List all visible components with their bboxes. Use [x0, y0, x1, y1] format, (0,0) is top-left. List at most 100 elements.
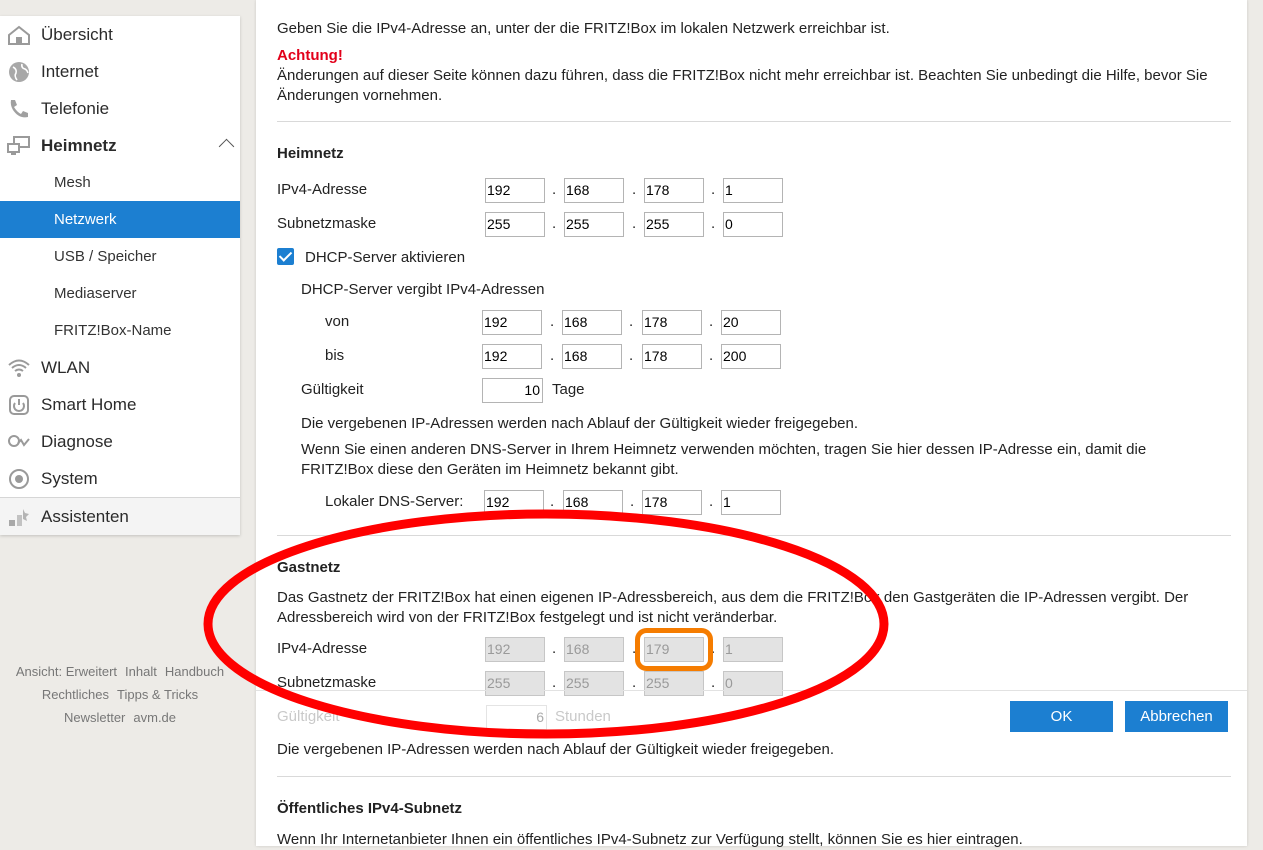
- ok-button[interactable]: OK: [1010, 701, 1113, 732]
- dns-field-1[interactable]: 192: [484, 490, 544, 515]
- ip-separator: .: [632, 181, 637, 198]
- dhcp-checkbox[interactable]: [277, 248, 294, 265]
- footer-link-newsletter[interactable]: Newsletter: [64, 710, 125, 725]
- ip-separator: .: [629, 347, 634, 364]
- diagnose-icon: [8, 435, 30, 447]
- nav-sub-mediaserver[interactable]: Mediaserver: [0, 275, 240, 312]
- subnet-field-4[interactable]: 0: [723, 212, 783, 237]
- nav-item-system[interactable]: System: [0, 460, 240, 497]
- guest-subnet-field-3: 255: [644, 671, 704, 696]
- ip-separator: .: [552, 640, 557, 657]
- dns-field-2[interactable]: 168: [563, 490, 623, 515]
- dhcp-range-label: DHCP-Server vergibt IPv4-Adressen: [301, 281, 545, 298]
- heimnetz-heading: Heimnetz: [277, 145, 344, 162]
- ipv4-field-2[interactable]: 168: [564, 178, 624, 203]
- ip-separator: .: [709, 347, 714, 364]
- home-icon: [8, 25, 30, 45]
- nav-item-wlan[interactable]: WLAN: [0, 349, 240, 386]
- validity-input[interactable]: 10: [482, 378, 543, 403]
- footer-links: Ansicht: Erweitert Inhalt Handbuch Rechtli…: [0, 660, 240, 729]
- ip-separator: .: [552, 674, 557, 691]
- von-field-3[interactable]: 178: [642, 310, 702, 335]
- cancel-button[interactable]: Abbrechen: [1125, 701, 1228, 732]
- guest-ipv4-field-2: 168: [564, 637, 624, 662]
- von-field-4[interactable]: 20: [721, 310, 781, 335]
- nav-item-assistenten[interactable]: Assistenten: [0, 497, 240, 535]
- nav-item-internet[interactable]: Internet: [0, 53, 240, 90]
- gastnetz-heading: Gastnetz: [277, 559, 341, 576]
- nav-label: Heimnetz: [41, 136, 117, 155]
- footer-link-rechtliches[interactable]: Rechtliches: [42, 687, 109, 702]
- von-field-1[interactable]: 192: [482, 310, 542, 335]
- dns-field-4[interactable]: 1: [721, 490, 781, 515]
- ipv4-field-4[interactable]: 1: [723, 178, 783, 203]
- subnet-field-3[interactable]: 255: [644, 212, 704, 237]
- von-field-2[interactable]: 168: [562, 310, 622, 335]
- footer-link-tipps[interactable]: Tipps & Tricks: [117, 687, 198, 702]
- ip-separator: .: [629, 313, 634, 330]
- dns-field-3[interactable]: 178: [642, 490, 702, 515]
- validity-label: Gültigkeit: [301, 381, 364, 398]
- ip-separator: .: [632, 674, 637, 691]
- nav-sub-mesh[interactable]: Mesh: [0, 164, 240, 201]
- footer-link-handbuch[interactable]: Handbuch: [165, 664, 224, 679]
- guest-subnet-field-4: 0: [723, 671, 783, 696]
- nav-item-uebersicht[interactable]: Übersicht: [0, 16, 240, 53]
- guest-ipv4-field-1: 192: [485, 637, 545, 662]
- bis-field-3[interactable]: 178: [642, 344, 702, 369]
- nav-item-diagnose[interactable]: Diagnose: [0, 423, 240, 460]
- intro-text: Geben Sie die IPv4-Adresse an, unter der…: [277, 20, 890, 37]
- guest-validity-note: Die vergebenen IP-Adressen werden nach A…: [277, 741, 835, 758]
- guest-ipv4-field-3: 179: [644, 637, 704, 662]
- warning-text: Änderungen auf dieser Seite können dazu …: [277, 67, 1208, 104]
- network-icon: [7, 136, 30, 155]
- phone-icon: [10, 100, 28, 118]
- nav-label: Assistenten: [41, 507, 129, 526]
- assistant-icon: [9, 509, 29, 526]
- guest-subnet-field-2: 255: [564, 671, 624, 696]
- chevron-up-icon[interactable]: [218, 138, 235, 155]
- dhcp-checkbox-label: DHCP-Server aktivieren: [305, 249, 466, 266]
- footer-link-avm[interactable]: avm.de: [133, 710, 176, 725]
- button-bar-divider: [256, 690, 1247, 691]
- smart-home-icon: [9, 395, 29, 415]
- ip-separator: .: [632, 215, 637, 232]
- main-content: Geben Sie die IPv4-Adresse an, unter der…: [256, 0, 1247, 848]
- nav-label: WLAN: [41, 358, 91, 377]
- bis-field-2[interactable]: 168: [562, 344, 622, 369]
- guest-validity-unit: Stunden: [555, 708, 611, 725]
- nav-item-telefonie[interactable]: Telefonie: [0, 90, 240, 127]
- bis-field-1[interactable]: 192: [482, 344, 542, 369]
- ipv4-field-3[interactable]: 178: [644, 178, 704, 203]
- warning-title: Achtung!: [277, 47, 343, 64]
- nav-label: System: [41, 469, 98, 488]
- guest-validity-label: Gültigkeit: [277, 708, 340, 725]
- public-subnet-text: Wenn Ihr Internetanbieter Ihnen ein öffe…: [277, 831, 1023, 848]
- bis-field-4[interactable]: 200: [721, 344, 781, 369]
- ipv4-field-1[interactable]: 192: [485, 178, 545, 203]
- nav-label: Telefonie: [41, 99, 110, 118]
- nav-label: Übersicht: [41, 25, 113, 44]
- nav-item-smart-home[interactable]: Smart Home: [0, 386, 240, 423]
- validity-note: Die vergebenen IP-Adressen werden nach A…: [301, 415, 859, 432]
- nav-sub-usb-speicher[interactable]: USB / Speicher: [0, 238, 240, 275]
- nav-item-heimnetz[interactable]: Heimnetz: [0, 127, 240, 164]
- ip-separator: .: [711, 181, 716, 198]
- nav-sub-netzwerk[interactable]: Netzwerk: [0, 201, 240, 238]
- footer-link-ansicht[interactable]: Ansicht: Erweitert: [16, 664, 117, 679]
- guest-ipv4-label: IPv4-Adresse: [277, 640, 368, 657]
- nav-sub-fritzbox-name[interactable]: FRITZ!Box-Name: [0, 312, 240, 349]
- guest-ipv4-field-4: 1: [723, 637, 783, 662]
- subnet-field-2[interactable]: 255: [564, 212, 624, 237]
- gastnetz-text: Das Gastnetz der FRITZ!Box hat einen eig…: [277, 589, 1189, 626]
- subnet-field-1[interactable]: 255: [485, 212, 545, 237]
- nav-label: Diagnose: [41, 432, 113, 451]
- guest-validity-input: 6: [486, 705, 547, 730]
- divider: [277, 535, 1231, 536]
- bis-label: bis: [325, 347, 345, 364]
- dns-note: Wenn Sie einen anderen DNS-Server in Ihr…: [301, 441, 1147, 478]
- dns-label: Lokaler DNS-Server:: [325, 493, 464, 510]
- footer-link-inhalt[interactable]: Inhalt: [125, 664, 157, 679]
- nav-label: Internet: [41, 62, 99, 81]
- ip-separator: .: [550, 313, 555, 330]
